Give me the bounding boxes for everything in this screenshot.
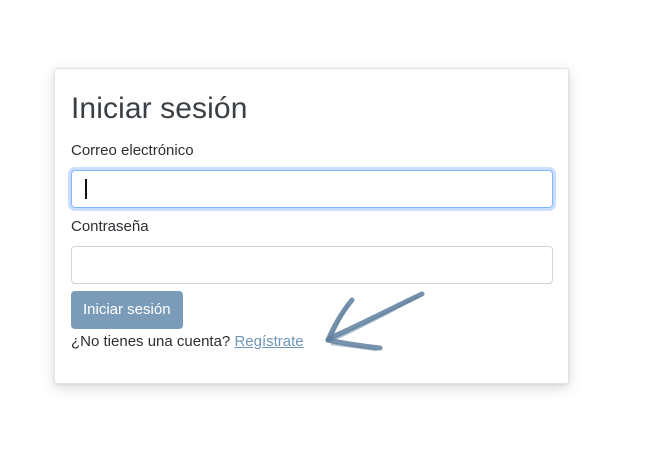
text-cursor bbox=[85, 179, 87, 199]
password-label: Contraseña bbox=[71, 218, 149, 235]
signup-prompt-text: ¿No tienes una cuenta? bbox=[71, 333, 231, 350]
page: Iniciar sesión Correo electrónico Contra… bbox=[0, 0, 647, 453]
signup-prompt: ¿No tienes una cuenta? Regístrate bbox=[71, 332, 304, 352]
login-button[interactable]: Iniciar sesión bbox=[71, 291, 183, 329]
signup-link[interactable]: Regístrate bbox=[234, 333, 303, 350]
hand-drawn-arrow-icon bbox=[325, 291, 425, 352]
login-card: Iniciar sesión Correo electrónico Contra… bbox=[54, 68, 569, 384]
password-field[interactable] bbox=[71, 246, 553, 284]
page-title: Iniciar sesión bbox=[71, 92, 248, 125]
email-field[interactable] bbox=[71, 170, 553, 208]
email-label: Correo electrónico bbox=[71, 142, 194, 159]
